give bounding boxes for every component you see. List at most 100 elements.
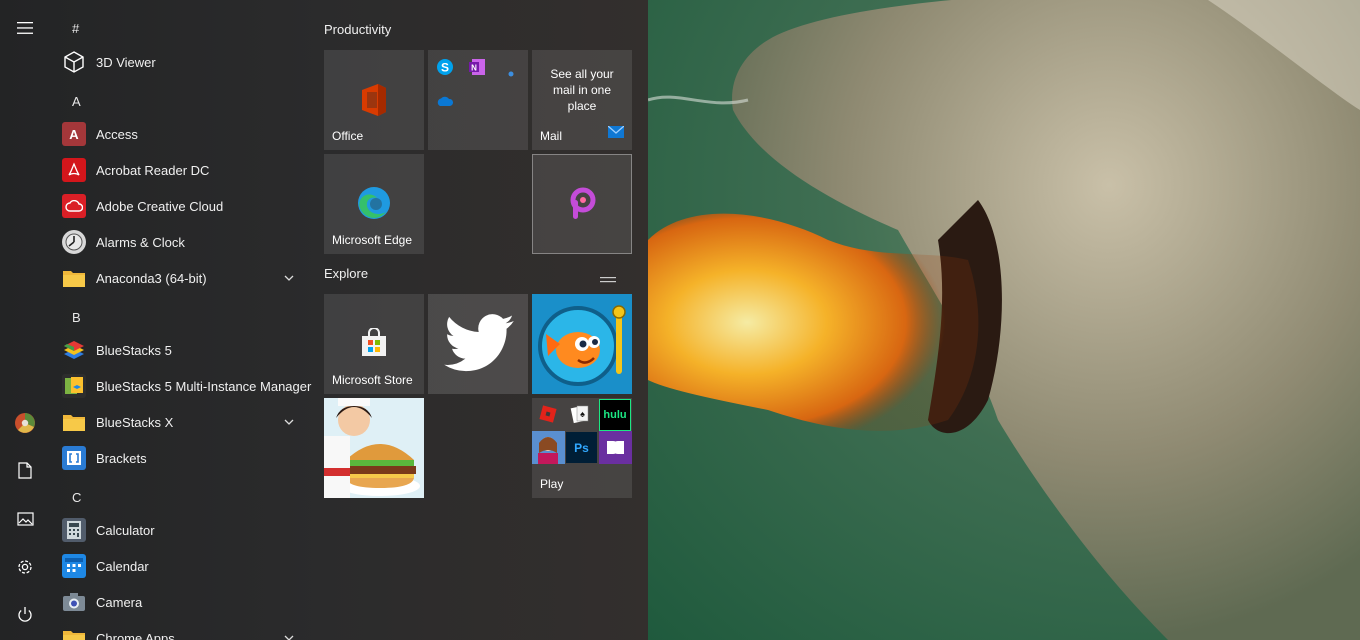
burger-game-icon — [324, 398, 424, 498]
skype-icon: S — [436, 58, 454, 81]
chevron-down-icon[interactable] — [282, 631, 296, 640]
app-label: BlueStacks 5 Multi-Instance Manager — [96, 378, 312, 394]
tile-fishdom-game[interactable] — [532, 294, 632, 394]
tile-mail[interactable]: See all your mail in one place Mail — [532, 50, 632, 150]
tile-office-apps-folder[interactable]: S N — [428, 50, 528, 150]
app-label: Chrome Apps — [96, 630, 175, 640]
app-label: BlueStacks 5 — [96, 342, 172, 358]
app-anaconda3-folder[interactable]: Anaconda3 (64-bit) — [62, 260, 308, 296]
app-access[interactable]: A Access — [62, 116, 308, 152]
app-calculator[interactable]: Calculator — [62, 512, 308, 548]
app-label: Adobe Creative Cloud — [96, 198, 224, 214]
tile-label: Office — [332, 129, 364, 143]
calculator-icon — [62, 518, 86, 542]
store-icon — [358, 327, 390, 363]
app-label: Acrobat Reader DC — [96, 162, 210, 178]
app-label: Anaconda3 (64-bit) — [96, 270, 207, 286]
twitter-bird-icon — [444, 314, 514, 377]
start-rail — [0, 0, 50, 640]
power-icon — [17, 606, 33, 628]
section-header-b[interactable]: B — [72, 310, 81, 325]
app-label: Access — [96, 126, 138, 142]
app-bluestacks-multi-instance[interactable]: BlueStacks 5 Multi-Instance Manager — [62, 368, 312, 404]
bluestacks-icon — [62, 338, 86, 362]
group-drag-handle-icon[interactable] — [600, 270, 616, 288]
camera-icon — [62, 590, 86, 614]
tile-picsart[interactable] — [532, 154, 632, 254]
edge-icon — [357, 186, 391, 225]
user-account-button[interactable] — [5, 405, 45, 445]
ps-logo-text: Ps — [574, 440, 589, 455]
tile-microsoft-store[interactable]: Microsoft Store — [324, 294, 424, 394]
section-header-hash[interactable]: # — [72, 21, 79, 36]
pictures-button[interactable] — [5, 501, 45, 541]
app-bluestacks-x-folder[interactable]: BlueStacks X — [62, 404, 308, 440]
small-blue-icon — [508, 64, 514, 82]
hulu-logo-text: hulu — [603, 409, 627, 421]
app-adobe-creative-cloud[interactable]: Adobe Creative Cloud — [62, 188, 308, 224]
fish-game-icon — [532, 294, 632, 394]
app-label: Calculator — [96, 522, 155, 538]
start-menu: # 3D Viewer A A Access Acrobat Reader DC… — [0, 0, 648, 640]
app-camera[interactable]: Camera — [62, 584, 308, 620]
tiles-area: Productivity Office S N See all your mai… — [312, 0, 648, 640]
app-alarms-clock[interactable]: Alarms & Clock — [62, 224, 308, 260]
app-label: Camera — [96, 594, 143, 610]
hamburger-icon — [17, 21, 33, 39]
tile-cooking-game[interactable] — [324, 398, 424, 498]
app-3d-viewer[interactable]: 3D Viewer — [62, 44, 308, 80]
app-calendar[interactable]: Calendar — [62, 548, 308, 584]
roblox-icon — [538, 404, 558, 429]
app-label: Brackets — [96, 450, 147, 466]
tile-label: Microsoft Edge — [332, 233, 413, 247]
svg-text:N: N — [471, 64, 477, 73]
tile-label: Play — [540, 477, 564, 491]
onenote-icon: N — [468, 58, 486, 81]
creative-cloud-icon — [62, 194, 86, 218]
acrobat-icon — [62, 158, 86, 182]
app-bluestacks-5[interactable]: BlueStacks 5 — [62, 332, 308, 368]
desktop-wallpaper — [648, 0, 1360, 640]
settings-button[interactable] — [5, 549, 45, 589]
calendar-icon — [62, 554, 86, 578]
folder-icon — [62, 410, 86, 434]
onedrive-icon — [436, 94, 454, 112]
mail-icon — [607, 125, 625, 143]
mail-description: See all your mail in one place — [550, 67, 614, 113]
tile-office[interactable]: Office — [324, 50, 424, 150]
expand-button[interactable] — [5, 10, 45, 50]
app-brackets[interactable]: Brackets — [62, 440, 308, 476]
photoshop-express-icon: Ps — [566, 432, 597, 463]
tile-twitter[interactable] — [428, 294, 528, 394]
group-title-explore[interactable]: Explore — [324, 266, 368, 281]
app-chrome-apps-folder[interactable]: Chrome Apps — [62, 620, 308, 640]
cat-fire-artwork — [648, 0, 1360, 640]
section-header-a[interactable]: A — [72, 94, 81, 109]
chevron-down-icon[interactable] — [282, 415, 296, 429]
user-avatar — [15, 412, 35, 438]
settings-icon — [16, 558, 34, 581]
tile-microsoft-edge[interactable]: Microsoft Edge — [324, 154, 424, 254]
pictures-icon — [16, 511, 34, 531]
game-character-icon — [532, 431, 565, 469]
svg-text:♠: ♠ — [580, 409, 585, 419]
office-icon — [358, 82, 390, 123]
cube-icon — [62, 50, 86, 74]
dolby-icon — [599, 431, 632, 469]
solitaire-icon: ♠ — [570, 404, 590, 429]
svg-text:S: S — [441, 61, 449, 75]
power-button[interactable] — [5, 597, 45, 637]
tile-play-folder[interactable]: ♠ hulu Ps Play — [532, 398, 632, 498]
chevron-down-icon[interactable] — [282, 271, 296, 285]
brackets-icon — [62, 446, 86, 470]
documents-button[interactable] — [5, 453, 45, 493]
section-header-c[interactable]: C — [72, 490, 81, 505]
app-label: 3D Viewer — [96, 54, 156, 70]
app-label: Alarms & Clock — [96, 234, 185, 250]
group-title-productivity[interactable]: Productivity — [324, 22, 391, 37]
hulu-icon: hulu — [599, 399, 631, 431]
alarm-clock-icon — [62, 230, 86, 254]
app-label: BlueStacks X — [96, 414, 174, 430]
app-acrobat-reader[interactable]: Acrobat Reader DC — [62, 152, 308, 188]
app-list: # 3D Viewer A A Access Acrobat Reader DC… — [50, 0, 312, 640]
